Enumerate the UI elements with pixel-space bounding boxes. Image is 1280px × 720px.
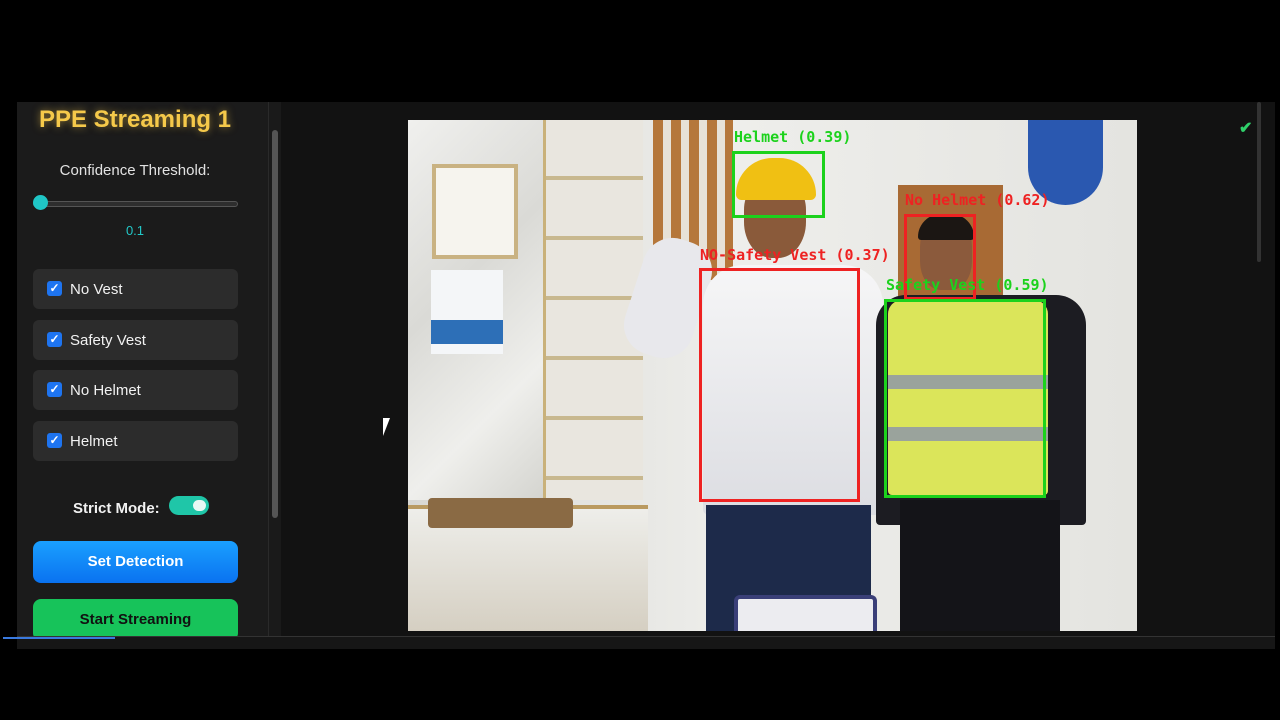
feed-chair	[734, 595, 877, 631]
checkbox-no-vest[interactable]: ✓	[47, 281, 62, 296]
sidebar: PPE Streaming 1 Confidence Threshold: 0.…	[17, 102, 269, 649]
check-icon: ✔	[1239, 120, 1253, 137]
toggle-knob	[193, 500, 206, 511]
sidebar-scrollbar-thumb[interactable]	[272, 130, 278, 518]
horizontal-scrollbar-thumb[interactable]	[3, 637, 115, 639]
feed-basket	[428, 498, 573, 528]
filter-label: Helmet	[70, 433, 118, 450]
page-title: PPE Streaming 1	[38, 106, 232, 133]
horizontal-scrollbar[interactable]	[17, 636, 1275, 649]
filter-helmet[interactable]: ✓ Helmet	[33, 421, 238, 461]
person2-pants	[900, 500, 1060, 631]
detection-label-no-helmet: No Helmet (0.62)	[905, 191, 1050, 209]
filter-no-vest[interactable]: ✓ No Vest	[33, 269, 238, 309]
filter-label: No Helmet	[70, 382, 141, 399]
feed-poster	[431, 270, 503, 354]
feed-certificate	[432, 164, 518, 259]
filter-label: No Vest	[70, 281, 123, 298]
detection-box-no-safety-vest	[699, 268, 860, 502]
filter-safety-vest[interactable]: ✓ Safety Vest	[33, 320, 238, 360]
confidence-value: 0.1	[125, 223, 145, 238]
confidence-slider-track[interactable]	[33, 201, 238, 207]
video-feed: Helmet (0.39) No Helmet (0.62) NO-Safety…	[408, 120, 1137, 631]
detection-box-helmet	[732, 151, 825, 218]
mouse-cursor	[383, 418, 390, 436]
start-streaming-button[interactable]: Start Streaming	[33, 599, 238, 641]
checkbox-safety-vest[interactable]: ✓	[47, 332, 62, 347]
strict-mode-toggle[interactable]	[169, 496, 209, 515]
main-scrollbar[interactable]	[1257, 102, 1261, 262]
detection-box-safety-vest	[884, 299, 1046, 498]
confidence-slider-thumb[interactable]	[33, 195, 48, 210]
checkbox-helmet[interactable]: ✓	[47, 433, 62, 448]
filter-no-helmet[interactable]: ✓ No Helmet	[33, 370, 238, 410]
filter-label: Safety Vest	[70, 332, 146, 349]
detection-label-helmet: Helmet (0.39)	[734, 128, 852, 146]
checkbox-no-helmet[interactable]: ✓	[47, 382, 62, 397]
sidebar-scrollbar[interactable]	[269, 102, 281, 649]
detection-label-no-safety-vest: NO-Safety Vest (0.37)	[700, 246, 890, 264]
strict-mode-label: Strict Mode:	[73, 500, 160, 517]
detection-label-safety-vest: Safety Vest (0.59)	[886, 276, 1049, 294]
set-detection-button[interactable]: Set Detection	[33, 541, 238, 583]
app-window: PPE Streaming 1 Confidence Threshold: 0.…	[3, 102, 1275, 649]
confidence-label: Confidence Threshold:	[59, 162, 211, 179]
